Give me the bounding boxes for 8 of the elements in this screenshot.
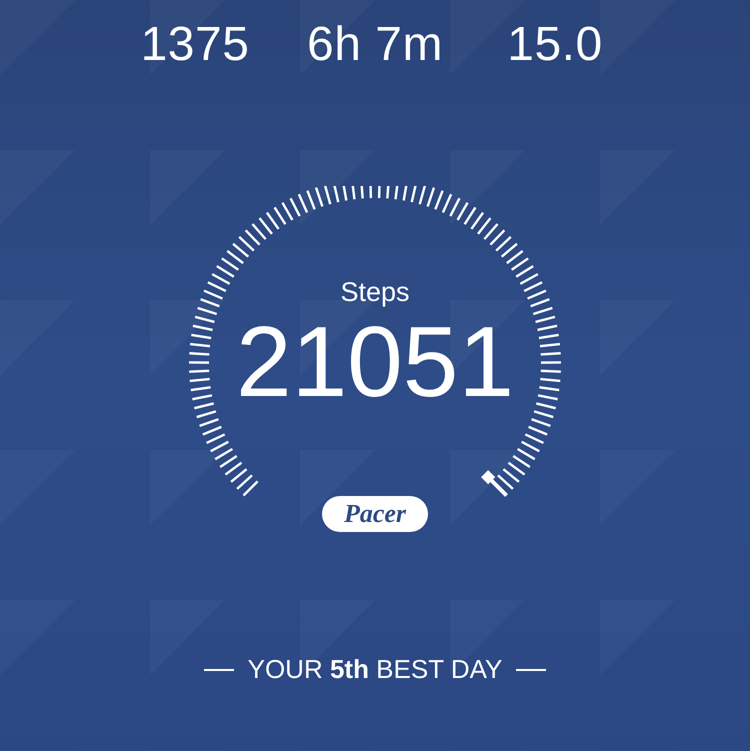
logo-badge: Pacer bbox=[322, 496, 428, 532]
progress-marker bbox=[481, 470, 508, 497]
steps-label: Steps bbox=[340, 276, 410, 308]
stat-value: 1375 bbox=[140, 17, 250, 73]
stat-value: 6h 7m bbox=[307, 17, 443, 73]
best-day-text: YOUR 5th BEST DAY bbox=[248, 654, 502, 685]
steps-count: 21051 bbox=[236, 310, 514, 414]
stat-value: 15.0 bbox=[507, 17, 603, 73]
